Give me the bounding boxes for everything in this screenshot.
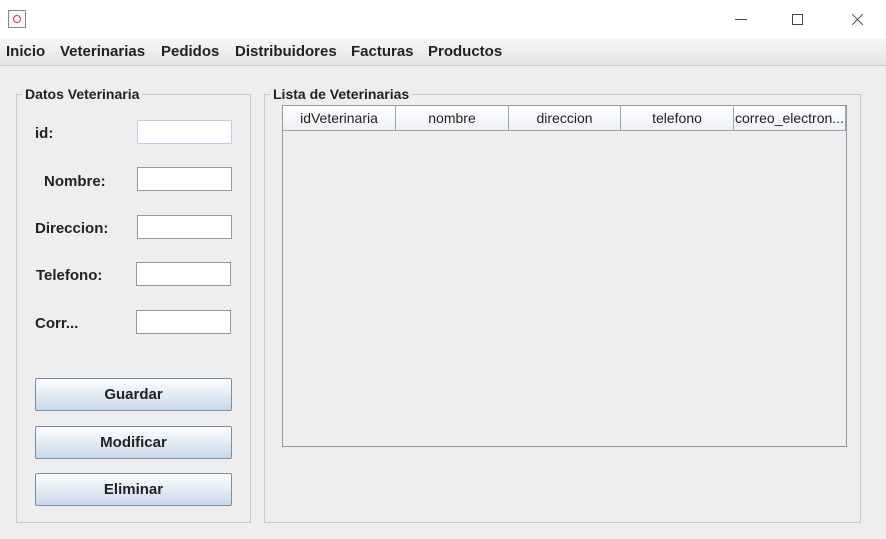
maximize-icon[interactable] bbox=[775, 0, 821, 38]
datos-veterinaria-title: Datos Veterinaria bbox=[25, 86, 140, 102]
menu-veterinarias[interactable]: Veterinarias bbox=[60, 43, 145, 60]
title-bar bbox=[0, 0, 886, 38]
table-header: idVeterinaria nombre direccion telefono … bbox=[283, 106, 846, 131]
menu-inicio[interactable]: Inicio bbox=[6, 43, 45, 60]
minimize-icon[interactable] bbox=[718, 0, 764, 38]
column-header-direccion[interactable]: direccion bbox=[509, 106, 621, 131]
lista-veterinarias-title: Lista de Veterinarias bbox=[273, 86, 410, 102]
telefono-field[interactable] bbox=[136, 262, 231, 286]
menu-bar: Inicio Veterinarias Pedidos Distribuidor… bbox=[0, 38, 886, 66]
eliminar-button[interactable]: Eliminar bbox=[35, 473, 232, 506]
column-header-telefono[interactable]: telefono bbox=[621, 106, 734, 131]
column-header-correo-electronico[interactable]: correo_electron... bbox=[734, 106, 846, 131]
telefono-label: Telefono: bbox=[36, 267, 103, 284]
menu-pedidos[interactable]: Pedidos bbox=[161, 43, 219, 60]
veterinarias-table[interactable]: idVeterinaria nombre direccion telefono … bbox=[282, 105, 847, 447]
nombre-label: Nombre: bbox=[44, 173, 106, 190]
column-header-idveterinaria[interactable]: idVeterinaria bbox=[283, 106, 396, 131]
column-header-nombre[interactable]: nombre bbox=[396, 106, 509, 131]
close-icon[interactable] bbox=[834, 0, 880, 38]
java-app-icon bbox=[8, 10, 26, 28]
id-field[interactable] bbox=[137, 120, 232, 144]
menu-facturas[interactable]: Facturas bbox=[351, 43, 414, 60]
direccion-label: Direccion: bbox=[35, 220, 109, 237]
menu-distribuidores[interactable]: Distribuidores bbox=[235, 43, 337, 60]
modificar-button[interactable]: Modificar bbox=[35, 426, 232, 459]
nombre-field[interactable] bbox=[137, 167, 232, 191]
guardar-button[interactable]: Guardar bbox=[35, 378, 232, 411]
correo-label: Corr... bbox=[35, 315, 79, 332]
id-label: id: bbox=[35, 125, 54, 142]
correo-field[interactable] bbox=[136, 310, 231, 334]
direccion-field[interactable] bbox=[137, 215, 232, 239]
menu-productos[interactable]: Productos bbox=[428, 43, 502, 60]
